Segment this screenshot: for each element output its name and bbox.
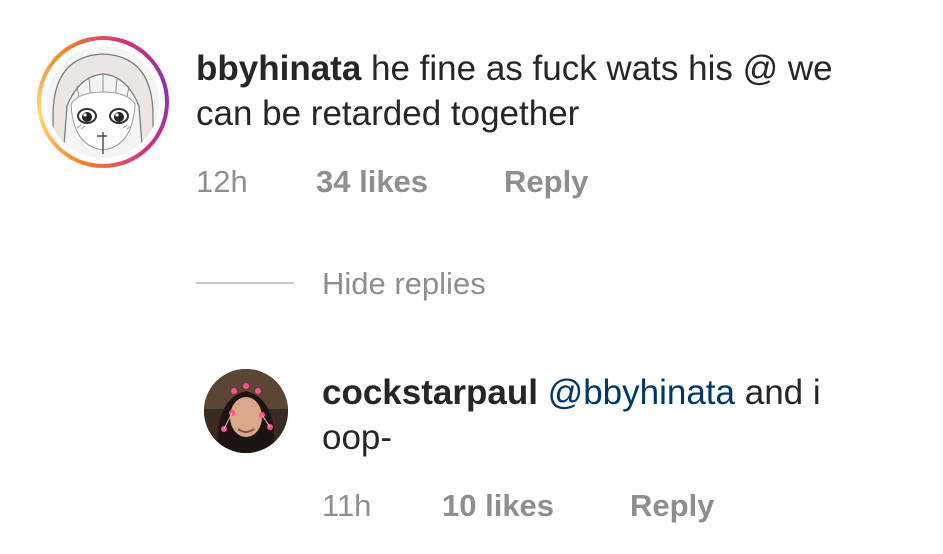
hide-replies-divider	[196, 282, 294, 284]
comment-likes[interactable]: 34 likes	[316, 164, 428, 200]
reply-body: cockstarpaul @bbyhinata and i oop-	[322, 370, 922, 460]
hide-replies-button[interactable]: Hide replies	[322, 266, 486, 302]
comment-reply-button[interactable]: Reply	[504, 164, 588, 200]
manga-girl-avatar-image	[47, 46, 159, 158]
reply-text-line1: and i	[735, 373, 821, 412]
story-ring-avatar[interactable]	[37, 36, 169, 168]
comment-timestamp: 12h	[196, 164, 248, 199]
reply-likes[interactable]: 10 likes	[442, 488, 554, 524]
reply-mention-link[interactable]: @bbyhinata	[548, 373, 735, 412]
comment-text-line2: can be retarded together	[196, 94, 580, 133]
comment-username[interactable]: bbyhinata	[196, 49, 361, 88]
reply-avatar-photo	[204, 369, 288, 453]
reply-reply-button[interactable]: Reply	[630, 488, 714, 524]
reply-avatar[interactable]	[204, 369, 288, 453]
avatar	[47, 46, 159, 158]
reply-timestamp: 11h	[322, 488, 372, 523]
comment-body: bbyhinata he fine as fuck wats his @ we …	[196, 46, 943, 136]
reply-username[interactable]: cockstarpaul	[322, 373, 538, 412]
reply-text-line2: oop-	[322, 418, 393, 457]
comment-text-line1: he fine as fuck wats his @ we	[361, 49, 833, 88]
